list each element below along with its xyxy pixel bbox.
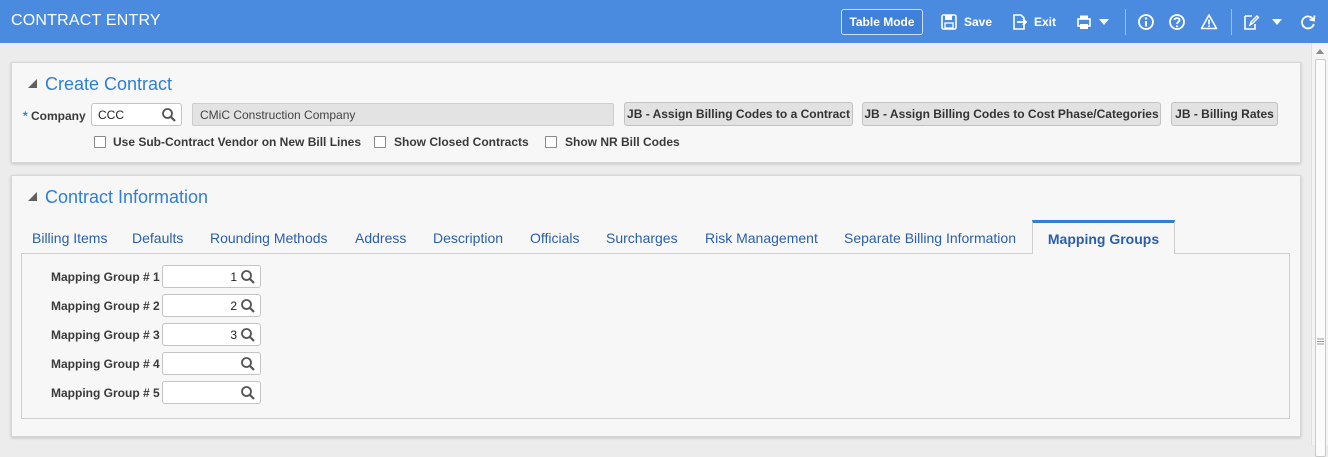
scroll-up-arrow-icon[interactable] xyxy=(1316,49,1324,54)
mapping-group-3-field[interactable]: 3 xyxy=(162,323,261,346)
chevron-down-icon xyxy=(1272,19,1282,25)
toolbar-divider xyxy=(1231,9,1232,35)
tab-surcharges[interactable]: Surcharges xyxy=(606,230,678,246)
save-icon xyxy=(941,14,957,30)
exit-button[interactable]: Exit xyxy=(1010,12,1056,32)
search-icon[interactable] xyxy=(239,355,257,373)
mapping-group-4-field[interactable] xyxy=(162,352,261,375)
show-nr-bill-codes-label: Show NR Bill Codes xyxy=(565,135,680,149)
mapping-group-2-field[interactable]: 2 xyxy=(162,294,261,317)
tab-rounding-methods[interactable]: Rounding Methods xyxy=(210,230,328,246)
help-button[interactable] xyxy=(1168,12,1186,32)
subcontract-vendor-label: Use Sub-Contract Vendor on New Bill Line… xyxy=(113,135,362,149)
mapping-group-3-value: 3 xyxy=(230,327,237,342)
tab-address[interactable]: Address xyxy=(355,230,406,246)
tab-risk-management[interactable]: Risk Management xyxy=(705,230,818,246)
tab-mapping-groups[interactable]: Mapping Groups xyxy=(1032,220,1175,254)
app-title: CONTRACT ENTRY xyxy=(11,12,161,29)
edit-icon xyxy=(1244,15,1260,30)
billing-rates-button[interactable]: JB - Billing Rates xyxy=(1171,102,1278,126)
search-icon[interactable] xyxy=(239,384,257,402)
table-mode-button[interactable]: Table Mode xyxy=(841,9,923,35)
search-icon[interactable] xyxy=(239,268,257,286)
save-button[interactable]: Save xyxy=(940,12,992,32)
exit-icon xyxy=(1013,14,1028,30)
app-header: CONTRACT ENTRY Table Mode Save Exit xyxy=(0,0,1328,43)
assign-billing-codes-cost-button[interactable]: JB - Assign Billing Codes to Cost Phase/… xyxy=(862,102,1161,126)
edit-menu-button[interactable] xyxy=(1242,12,1282,32)
help-icon xyxy=(1169,14,1185,30)
print-icon xyxy=(1077,15,1091,29)
mapping-group-4-label: Mapping Group # 4 xyxy=(51,357,160,371)
assign-billing-codes-contract-button[interactable]: JB - Assign Billing Codes to a Contract xyxy=(624,102,853,126)
show-closed-contracts-label: Show Closed Contracts xyxy=(394,135,529,149)
vertical-scrollbar[interactable] xyxy=(1311,43,1328,457)
save-label: Save xyxy=(964,15,993,29)
mapping-group-1-value: 1 xyxy=(230,269,237,284)
tab-description[interactable]: Description xyxy=(433,230,503,246)
grip-icon xyxy=(1317,338,1324,345)
show-closed-contracts-checkbox[interactable] xyxy=(374,136,386,148)
mapping-group-5-label: Mapping Group # 5 xyxy=(51,386,160,400)
search-icon[interactable] xyxy=(239,326,257,344)
contract-information-title: Contract Information xyxy=(45,187,209,207)
show-nr-bill-codes-checkbox[interactable] xyxy=(545,136,557,148)
info-icon xyxy=(1138,14,1154,30)
required-mark: * xyxy=(23,109,28,123)
tab-officials[interactable]: Officials xyxy=(530,230,580,246)
exit-label: Exit xyxy=(1034,15,1057,29)
mapping-group-2-label: Mapping Group # 2 xyxy=(51,299,160,313)
search-icon[interactable] xyxy=(239,297,257,315)
warning-icon xyxy=(1200,14,1218,30)
tab-separate-billing-information[interactable]: Separate Billing Information xyxy=(844,230,1016,246)
mapping-group-1-field[interactable]: 1 xyxy=(162,265,261,288)
print-menu-button[interactable] xyxy=(1075,12,1109,32)
tab-billing-items[interactable]: Billing Items xyxy=(32,230,107,246)
collapse-caret-icon[interactable] xyxy=(28,79,37,88)
scroll-thumb[interactable] xyxy=(1315,59,1326,457)
refresh-icon xyxy=(1301,15,1316,30)
company-value: CCC xyxy=(98,107,124,122)
warning-button[interactable] xyxy=(1200,12,1218,32)
toolbar-divider xyxy=(1125,9,1126,35)
mapping-group-3-label: Mapping Group # 3 xyxy=(51,328,160,342)
info-button[interactable] xyxy=(1137,12,1155,32)
company-label-text: Company xyxy=(31,109,86,123)
company-label: * Company xyxy=(23,109,86,123)
refresh-button[interactable] xyxy=(1299,12,1317,32)
mapping-group-5-field[interactable] xyxy=(162,381,261,404)
mapping-group-2-value: 2 xyxy=(230,298,237,313)
search-icon[interactable] xyxy=(160,106,178,124)
tab-defaults[interactable]: Defaults xyxy=(132,230,183,246)
company-name-display: CMiC Construction Company xyxy=(192,103,614,126)
company-field[interactable]: CCC xyxy=(91,103,182,126)
subcontract-vendor-checkbox[interactable] xyxy=(94,136,106,148)
collapse-caret-icon[interactable] xyxy=(28,192,37,201)
mapping-group-1-label: Mapping Group # 1 xyxy=(51,270,160,284)
chevron-down-icon xyxy=(1099,19,1109,25)
create-contract-title: Create Contract xyxy=(45,74,173,94)
